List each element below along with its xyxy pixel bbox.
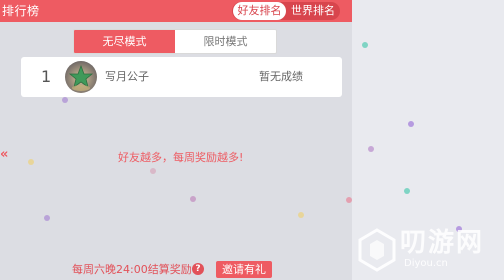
reward-slogan: 好友越多，每周奖励越多!	[118, 151, 244, 164]
particle	[150, 168, 156, 174]
mode-switch: 无尽模式 限时模式	[73, 29, 277, 54]
particle	[362, 42, 368, 48]
chevron-left-icon[interactable]: «	[0, 148, 9, 162]
question-icon[interactable]: ?	[192, 263, 204, 275]
tab-world-ranking[interactable]: 世界排名	[287, 2, 339, 20]
player-score: 暂无成绩	[259, 70, 303, 83]
particle	[408, 121, 414, 127]
rank-number: 1	[41, 67, 52, 86]
particle	[368, 146, 374, 152]
watermark-logo-icon	[358, 228, 396, 272]
leaderboard-header: 排行榜 好友排名 世界排名	[0, 0, 352, 22]
particle	[298, 212, 304, 218]
particle	[44, 215, 50, 221]
particle	[404, 188, 410, 194]
green-star-avatar-icon	[65, 61, 97, 93]
leaderboard-row[interactable]: 1 写月公子 暂无成绩	[21, 57, 342, 97]
particle	[28, 159, 34, 165]
watermark-subtext: Diyou.cn	[404, 258, 448, 269]
settlement-notice: 每周六晚24:00结算奖励	[72, 263, 192, 276]
tab-friends-ranking[interactable]: 好友排名	[233, 2, 286, 20]
rank-type-toggle: 好友排名 世界排名	[232, 2, 340, 20]
particle	[346, 197, 352, 203]
leaderboard-panel: 排行榜 好友排名 世界排名 无尽模式 限时模式 1 写月公子 暂无成绩 « 好友…	[0, 0, 352, 280]
player-name: 写月公子	[105, 70, 149, 83]
tab-endless-mode[interactable]: 无尽模式	[74, 30, 175, 53]
leaderboard-title: 排行榜	[2, 4, 40, 18]
watermark-text: 叨游网	[400, 228, 485, 258]
particle	[190, 196, 196, 202]
tab-timed-mode[interactable]: 限时模式	[175, 30, 276, 53]
particle	[62, 97, 68, 103]
invite-button[interactable]: 邀请有礼	[216, 261, 272, 278]
